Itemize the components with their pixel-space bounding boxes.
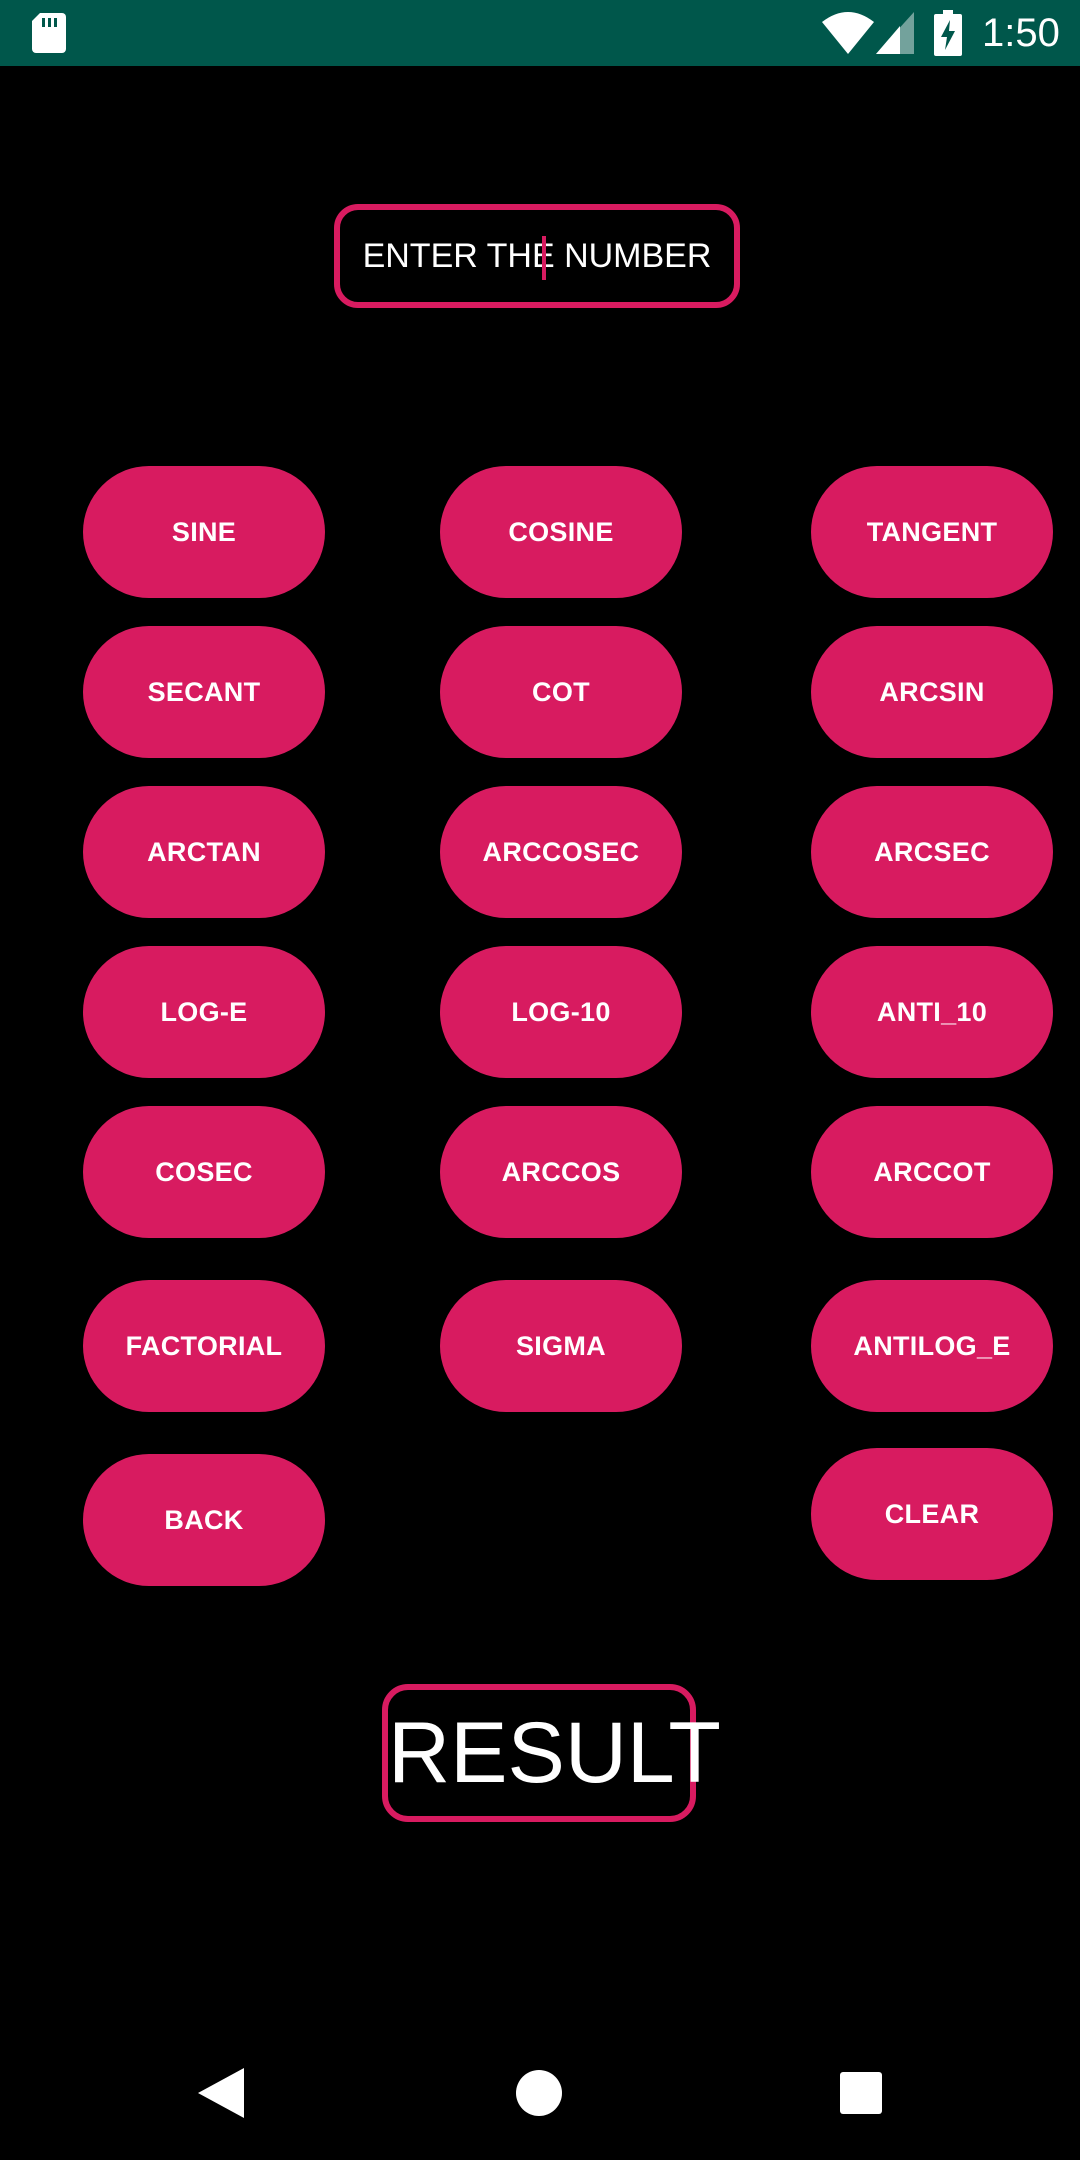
- calculator-screen: 1:50 SINE COSINE TANGENT SECANT COT ARCS…: [0, 0, 1080, 2160]
- arccot-button[interactable]: ARCCOT: [811, 1106, 1053, 1238]
- cot-button[interactable]: COT: [440, 626, 682, 758]
- arccos-button[interactable]: ARCCOS: [440, 1106, 682, 1238]
- sd-card-icon: [32, 13, 66, 53]
- battery-charging-icon: [934, 10, 962, 56]
- arcsin-button[interactable]: ARCSIN: [811, 626, 1053, 758]
- status-clock: 1:50: [982, 11, 1060, 55]
- back-triangle-icon[interactable]: [198, 2068, 244, 2118]
- antilog-e-button[interactable]: ANTILOG_E: [811, 1280, 1053, 1412]
- wifi-icon: [822, 12, 874, 54]
- cosine-button[interactable]: COSINE: [440, 466, 682, 598]
- cosec-button[interactable]: COSEC: [83, 1106, 325, 1238]
- clear-button[interactable]: CLEAR: [811, 1448, 1053, 1580]
- factorial-button[interactable]: FACTORIAL: [83, 1280, 325, 1412]
- arctan-button[interactable]: ARCTAN: [83, 786, 325, 918]
- secant-button[interactable]: SECANT: [83, 626, 325, 758]
- recents-square-icon[interactable]: [840, 2072, 882, 2114]
- text-cursor: [542, 236, 546, 280]
- anti-10-button[interactable]: ANTI_10: [811, 946, 1053, 1078]
- home-circle-icon[interactable]: [516, 2070, 562, 2116]
- back-button[interactable]: BACK: [83, 1454, 325, 1586]
- status-bar: 1:50: [0, 0, 1080, 66]
- tangent-button[interactable]: TANGENT: [811, 466, 1053, 598]
- sigma-button[interactable]: SIGMA: [440, 1280, 682, 1412]
- number-input-container[interactable]: [334, 204, 740, 308]
- log-10-button[interactable]: LOG-10: [440, 946, 682, 1078]
- arccosec-button[interactable]: ARCCOSEC: [440, 786, 682, 918]
- navigation-bar: [0, 2028, 1080, 2160]
- cell-signal-icon: [876, 12, 914, 54]
- log-e-button[interactable]: LOG-E: [83, 946, 325, 1078]
- arcsec-button[interactable]: ARCSEC: [811, 786, 1053, 918]
- result-display: RESULT: [382, 1684, 721, 1822]
- number-input[interactable]: [340, 210, 734, 302]
- sine-button[interactable]: SINE: [83, 466, 325, 598]
